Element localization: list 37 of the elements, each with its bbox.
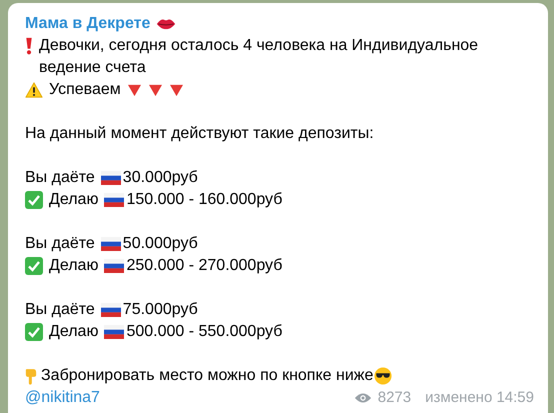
message-text: Вы даёте (25, 168, 95, 188)
eye-icon (354, 392, 372, 404)
message-text: Вы даёте (25, 300, 95, 320)
channel-name[interactable]: Мама в Декрете (25, 13, 150, 35)
flag-icon (104, 325, 124, 339)
amount-text: 75.000руб (122, 300, 198, 320)
message-text: Девочки, сегодня осталось 4 человека на Индивидуальное ведение счета (39, 36, 480, 78)
amount-text: 30.000руб (122, 168, 198, 188)
amount-text: 50.000руб (122, 234, 198, 254)
message-text: Вы даёте (25, 234, 95, 254)
message-text: Делаю (49, 256, 98, 276)
flag-icon (100, 171, 121, 185)
flag-icon (104, 259, 124, 273)
author-link[interactable]: @nikitina7 (25, 387, 100, 409)
view-count: 8273 (378, 388, 412, 408)
edited-time: изменено 14:59 (425, 388, 534, 408)
sunglasses-smiley-icon (374, 367, 392, 385)
exclamation-icon (25, 37, 33, 55)
lips-icon (156, 17, 176, 31)
flag-icon (100, 237, 121, 251)
down-triangle-icon (168, 84, 184, 96)
message-text: На данный момент действуют такие депозиты: (25, 124, 374, 144)
amount-text: 250.000 - 270.000руб (126, 256, 282, 276)
message-text: Делаю (49, 322, 98, 342)
amount-text: 500.000 - 550.000руб (126, 322, 282, 342)
message-text: Делаю (49, 190, 98, 210)
down-triangle-icon (148, 84, 163, 96)
check-icon (25, 191, 43, 209)
amount-text: 150.000 - 160.000руб (126, 190, 282, 210)
warning-icon (25, 81, 43, 99)
message-text: Успеваем (49, 80, 121, 100)
flag-icon (104, 193, 124, 207)
message-text: Забронировать место можно по кнопке ниже (41, 366, 374, 386)
check-icon (25, 323, 43, 341)
down-triangle-icon (126, 84, 142, 96)
check-icon (25, 257, 43, 275)
flag-icon (100, 303, 121, 317)
